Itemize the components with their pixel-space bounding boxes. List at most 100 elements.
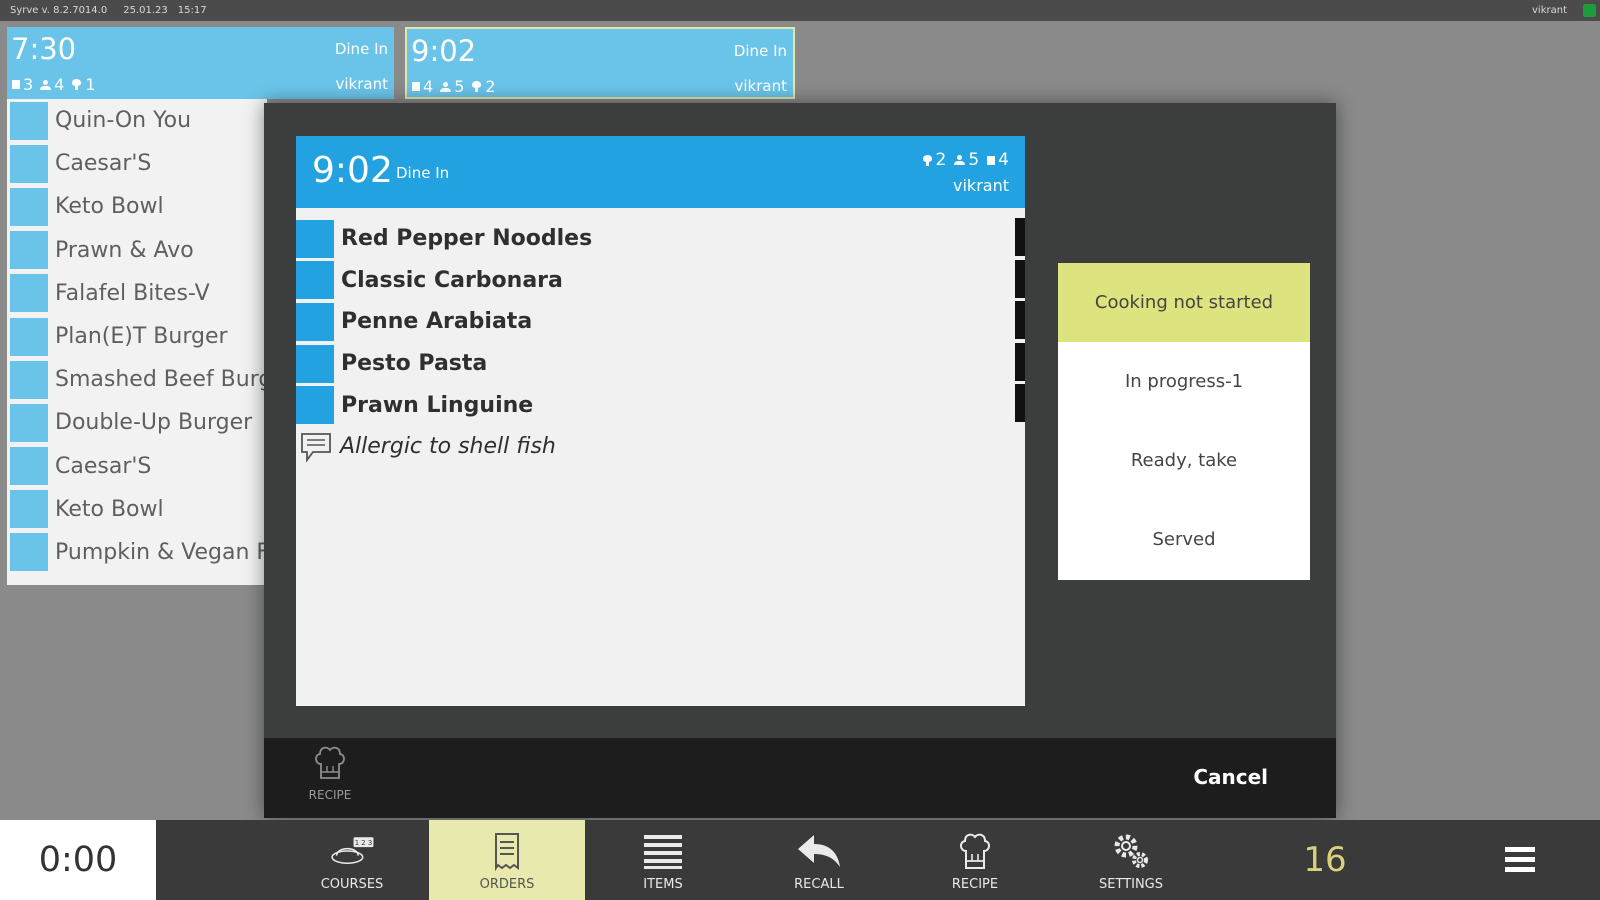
- item-name: Red Pepper Noodles: [341, 226, 593, 252]
- list-item[interactable]: Smashed Beef Burger: [7, 358, 267, 401]
- order-time: 9:02: [411, 34, 477, 68]
- guest-count: 5: [454, 77, 465, 96]
- ticket-item-list: Red Pepper Noodles Classic Carbonara Pen…: [296, 218, 1025, 468]
- item-course-marker: [1015, 259, 1025, 298]
- orders-button[interactable]: ORDERS: [429, 820, 585, 900]
- item-name: Pumpkin & Vegan Feta: [55, 539, 267, 565]
- item-name: Double-Up Burger: [55, 410, 253, 436]
- item-status-chip: [10, 144, 48, 183]
- toolbar-recipe-button[interactable]: RECIPE: [897, 820, 1053, 900]
- current-time: 15:17: [177, 5, 207, 16]
- item-name: Keto Bowl: [55, 194, 164, 220]
- status-option-ready[interactable]: Ready, take: [1058, 421, 1310, 500]
- item-course-marker: [1015, 301, 1025, 340]
- ticket-order-type: Dine In: [396, 164, 450, 182]
- course-icon: [71, 79, 82, 90]
- item-course-marker: [1015, 342, 1025, 381]
- order-status-dialog: 9:02 Dine In 2 5 4 vikrant Red Pepper No…: [264, 103, 1336, 818]
- order-waiter: vikrant: [335, 75, 388, 93]
- ticket-waiter: vikrant: [953, 176, 1009, 195]
- list-item[interactable]: Quin-On You: [7, 99, 267, 142]
- ticket-header: 9:02 Dine In 2 5 4 vikrant: [296, 136, 1025, 208]
- recall-label: RECALL: [794, 877, 844, 892]
- guest-count: 4: [54, 75, 65, 94]
- list-item[interactable]: Falafel Bites-V: [7, 272, 267, 315]
- table-icon: [987, 155, 996, 165]
- item-status-chip: [10, 490, 48, 529]
- list-item[interactable]: Keto Bowl: [7, 185, 267, 228]
- logged-user: vikrant: [1532, 5, 1567, 16]
- item-status-chip: [10, 533, 48, 572]
- recall-button[interactable]: RECALL: [741, 820, 897, 900]
- order-card-selected[interactable]: 9:02 Dine In 4 5 2 vikrant: [405, 27, 795, 99]
- order-timer: 0:00: [0, 820, 156, 900]
- list-item[interactable]: Keto Bowl: [7, 488, 267, 531]
- chef-hat-icon: [960, 833, 990, 869]
- course-icon: [471, 81, 482, 92]
- item-status-chip: [10, 101, 48, 140]
- ticket-item[interactable]: Penne Arabiata: [296, 301, 1025, 343]
- order-card[interactable]: 7:30 Dine In 3 4 1 vikrant: [7, 27, 394, 99]
- guests-icon: [440, 81, 452, 92]
- ticket-time: 9:02: [312, 150, 393, 191]
- item-name: Keto Bowl: [55, 496, 164, 522]
- item-status-chip: [10, 447, 48, 486]
- ticket-item[interactable]: Prawn Linguine: [296, 384, 1025, 426]
- list-item[interactable]: Pumpkin & Vegan Feta: [7, 531, 267, 574]
- dialog-footer: RECIPE Cancel: [264, 738, 1336, 818]
- table-number: 4: [423, 77, 434, 96]
- item-status-chip: [296, 344, 334, 383]
- list-item[interactable]: Caesar'S: [7, 445, 267, 488]
- orders-label: ORDERS: [479, 877, 535, 892]
- recipe-label: RECIPE: [308, 788, 352, 802]
- bottom-toolbar: 0:00 1 2 3 COURSES ORDERS ITEMS RECALL R…: [0, 820, 1600, 900]
- course-icon: [922, 154, 933, 166]
- hamburger-menu-icon[interactable]: [1502, 842, 1538, 878]
- courses-label: COURSES: [320, 877, 384, 892]
- recipe-button[interactable]: RECIPE: [304, 744, 356, 814]
- comment-icon: [301, 433, 331, 463]
- item-status-chip: [10, 231, 48, 270]
- list-item[interactable]: Prawn & Avo: [7, 229, 267, 272]
- item-name: Caesar'S: [55, 151, 152, 177]
- course-count: 2: [935, 150, 947, 170]
- item-course-marker: [1015, 384, 1025, 423]
- item-status-chip: [296, 302, 334, 341]
- item-name: Smashed Beef Burger: [55, 367, 267, 393]
- ticket-item[interactable]: Red Pepper Noodles: [296, 218, 1025, 260]
- table-number: 4: [998, 150, 1009, 170]
- ticket-item[interactable]: Classic Carbonara: [296, 259, 1025, 302]
- courses-button[interactable]: 1 2 3 COURSES: [274, 820, 430, 900]
- order-waiter: vikrant: [734, 77, 787, 95]
- status-option-served[interactable]: Served: [1058, 500, 1310, 579]
- status-option-cooking-not-started[interactable]: Cooking not started: [1058, 263, 1310, 342]
- table-icon: [412, 82, 420, 91]
- items-label: ITEMS: [643, 877, 683, 892]
- ticket-meta: 2 5 4: [922, 150, 1009, 170]
- item-status-chip: [10, 403, 48, 442]
- item-status-chip: [296, 219, 334, 258]
- undo-arrow-icon: [798, 835, 840, 867]
- item-course-marker: [1015, 218, 1025, 256]
- item-name: Prawn Linguine: [341, 392, 534, 418]
- items-button[interactable]: ITEMS: [585, 820, 741, 900]
- ticket-item[interactable]: Pesto Pasta: [296, 342, 1025, 385]
- ticket-comment: Allergic to shell fish: [296, 426, 1025, 468]
- list-item[interactable]: Double-Up Burger: [7, 401, 267, 444]
- item-name: Quin-On You: [55, 108, 192, 134]
- item-status-chip: [296, 386, 334, 425]
- item-name: Falafel Bites-V: [55, 280, 210, 306]
- guests-icon: [40, 79, 52, 90]
- list-item[interactable]: Plan(E)T Burger: [7, 315, 267, 358]
- item-name: Classic Carbonara: [341, 267, 563, 293]
- item-status-chip: [10, 187, 48, 226]
- course-count: 1: [85, 75, 96, 94]
- list-item[interactable]: Caesar'S: [7, 142, 267, 185]
- status-option-in-progress[interactable]: In progress-1: [1058, 342, 1310, 421]
- current-date: 25.01.23: [123, 5, 168, 16]
- table-number: 3: [23, 75, 34, 94]
- settings-button[interactable]: SETTINGS: [1053, 820, 1209, 900]
- cancel-button[interactable]: Cancel: [1187, 764, 1274, 790]
- active-orders-counter: 16: [1303, 840, 1347, 880]
- course-count: 2: [485, 77, 496, 96]
